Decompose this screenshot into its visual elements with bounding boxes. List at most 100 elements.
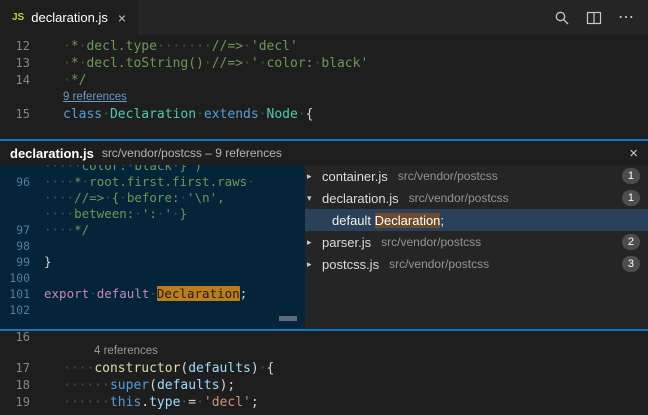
code-line[interactable]: 102 [0, 302, 305, 318]
search-editor-icon[interactable] [554, 10, 570, 26]
editor-area-bottom[interactable]: 16 4 references 17 ····constructor(defaults… [0, 331, 648, 415]
code-token: export [44, 286, 89, 301]
code-token: ' [164, 206, 172, 221]
code-token: · [134, 206, 142, 221]
split-editor-icon[interactable] [586, 10, 602, 26]
code-token: */ [71, 73, 87, 88]
code-token: defaults [157, 378, 220, 393]
code-token: · [196, 395, 204, 410]
line-number: 98 [0, 238, 30, 254]
code-token: · [172, 206, 180, 221]
tab-close-icon[interactable]: × [118, 10, 126, 26]
code-token: · [204, 56, 212, 71]
reference-file-name: declaration.js [322, 191, 399, 206]
line-number: 101 [0, 286, 30, 302]
code-token: root.first.first.raws [89, 174, 247, 189]
code-line[interactable]: 12·*·decl.type·······//=>·'decl' [0, 38, 648, 55]
code-token: · [247, 174, 255, 189]
peek-title-description: src/vendor/postcss – 9 references [102, 146, 282, 160]
code-line[interactable]: ····between:·':·'·} [0, 206, 305, 222]
code-line[interactable]: 99} [0, 254, 305, 270]
code-token: 'decl' [251, 39, 298, 54]
code-token: * [71, 39, 79, 54]
code-token: this [110, 395, 141, 410]
more-actions-icon[interactable]: ⋯ [618, 10, 634, 26]
reference-count-badge: 1 [622, 168, 640, 184]
code-token: black [134, 165, 172, 173]
reference-file-row[interactable]: ▾declaration.jssrc/vendor/postcss1 [305, 187, 648, 209]
code-text: ····*·root.first.first.raws· [44, 174, 255, 190]
code-text: class·Declaration·extends·Node·{ [63, 106, 313, 123]
code-line[interactable]: 16 [0, 331, 648, 343]
codelens-link[interactable]: 9 references [63, 89, 127, 106]
code-token: ); [220, 378, 236, 393]
reference-file-row[interactable]: ▸postcss.jssrc/vendor/postcss3 [305, 253, 648, 275]
tab-declaration-js[interactable]: JS declaration.js × [0, 0, 139, 35]
code-line[interactable]: 15class·Declaration·extends·Node·{ [0, 106, 648, 123]
code-token: ' [251, 56, 259, 71]
code-line[interactable]: ·····color:·black·}') [0, 165, 305, 174]
code-token: ···· [44, 174, 74, 189]
line-number: 16 [0, 331, 30, 343]
code-token: ······ [63, 395, 110, 410]
twistie-icon: ▾ [307, 193, 322, 204]
code-line[interactable]: 98 [0, 238, 305, 254]
line-number: 14 [0, 72, 30, 89]
line-number: 17 [0, 360, 30, 377]
code-line[interactable]: 96····*·root.first.first.raws· [0, 174, 305, 190]
editor-top-lines: 12·*·decl.type·······//=>·'decl'13 · * · dec… [0, 38, 648, 123]
vscode-window: JS declaration.js × ⋯ 12·*·decl.type····… [0, 0, 648, 415]
code-token: * [74, 174, 82, 189]
code-token: · [119, 190, 127, 205]
peek-title-filename: declaration.js [10, 146, 94, 161]
reference-count-badge: 1 [622, 190, 640, 206]
code-line[interactable]: ····//=>·{·before:·'\n', [0, 190, 305, 206]
line-number: 99 [0, 254, 30, 270]
reference-file-name: postcss.js [322, 257, 379, 272]
peek-close-icon[interactable]: × [629, 145, 638, 162]
code-line[interactable]: 18······super(defaults); [0, 377, 648, 394]
code-token: } [44, 254, 52, 269]
codelens-row[interactable]: 9 references [0, 89, 648, 106]
code-line[interactable]: 17 ····constructor(defaults)·{ [0, 360, 648, 377]
editor-area-top[interactable]: 12·*·decl.type·······//=>·'decl'13 · * · dec… [0, 35, 648, 139]
preview-scrollbar[interactable] [279, 316, 297, 321]
peek-code-preview[interactable]: ·····color:·black·}')96····*·root.first.… [0, 165, 305, 329]
codelens-row[interactable]: 4 references [0, 343, 648, 360]
code-token: · [259, 56, 267, 71]
editor-actions: ⋯ [554, 0, 648, 35]
code-line[interactable]: 97····*/ [0, 222, 305, 238]
code-token: · [180, 190, 188, 205]
code-token: } [180, 206, 188, 221]
code-token: type [149, 395, 180, 410]
peek-results-list: ▸container.jssrc/vendor/postcss1▾declara… [305, 165, 648, 329]
reference-file-row[interactable]: ▸parser.jssrc/vendor/postcss2 [305, 231, 648, 253]
code-text: } [44, 254, 52, 270]
code-line[interactable]: 14·*/ [0, 72, 648, 89]
code-text: ·····color:·black·}') [44, 165, 202, 174]
reference-file-row[interactable]: ▸container.jssrc/vendor/postcss1 [305, 165, 648, 187]
reference-line-text: default Declaration; [332, 213, 444, 228]
code-token: extends [204, 107, 259, 122]
line-number [0, 165, 30, 174]
code-token: ···· [44, 190, 74, 205]
match-highlight: Declaration [157, 286, 240, 301]
code-text: ····constructor(defaults)·{ [63, 360, 274, 377]
code-line[interactable]: 100 [0, 270, 305, 286]
code-token: Node [267, 107, 298, 122]
line-number: 13 [0, 55, 30, 72]
codelens-link[interactable]: 4 references [63, 343, 158, 360]
code-token: ; [440, 213, 444, 228]
code-token: · [172, 165, 180, 173]
code-line[interactable]: 101export·default·Declaration; [0, 286, 305, 302]
code-token: ···· [44, 206, 74, 221]
code-text: ····between:·':·'·} [44, 206, 187, 222]
javascript-file-icon: JS [12, 12, 24, 23]
code-line[interactable]: 13·*·decl.toString()·//=>·'·color:·black… [0, 55, 648, 72]
code-token: · [196, 107, 204, 122]
reference-item-row[interactable]: default Declaration; [305, 209, 648, 231]
line-number: 12 [0, 38, 30, 55]
code-token: decl.type [86, 39, 156, 54]
code-line[interactable]: 19······this.type·=·'decl'; [0, 394, 648, 411]
line-number [0, 206, 30, 222]
